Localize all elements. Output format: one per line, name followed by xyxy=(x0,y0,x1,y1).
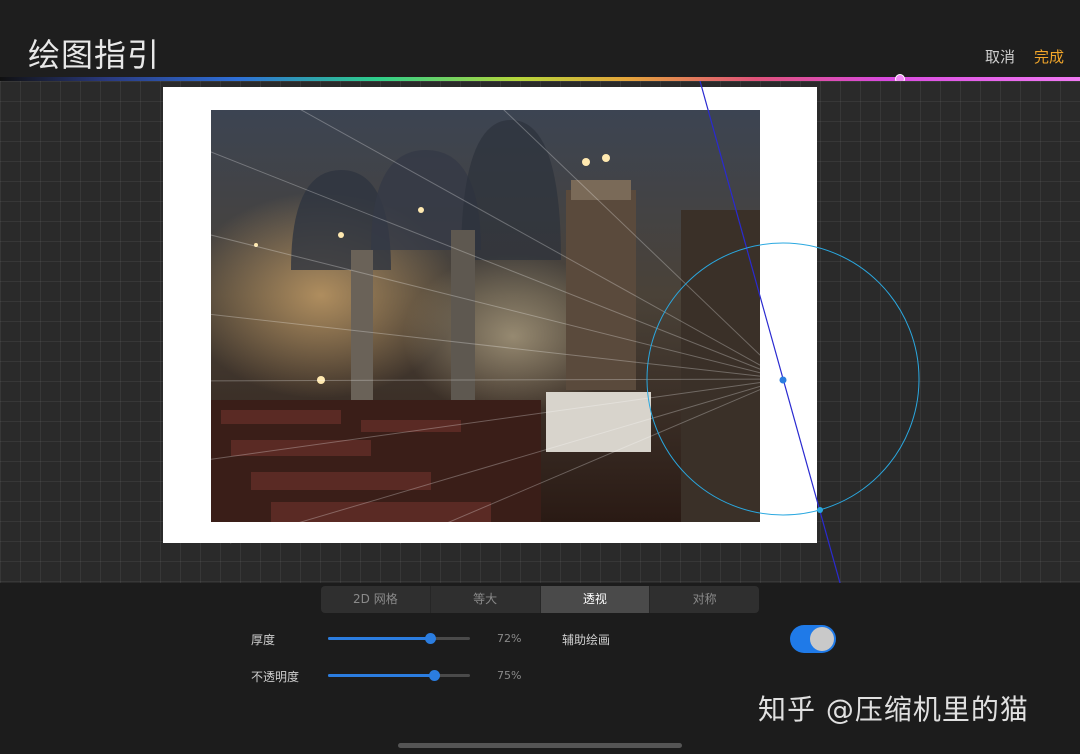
opacity-slider-fill xyxy=(328,674,435,677)
page-title: 绘图指引 xyxy=(28,36,161,74)
header: 绘图指引 取消 完成 xyxy=(0,0,1080,80)
tab-isometric[interactable]: 等大 xyxy=(431,586,541,613)
thickness-label: 厚度 xyxy=(251,633,276,647)
opacity-label: 不透明度 xyxy=(251,670,300,684)
opacity-slider[interactable] xyxy=(328,670,470,681)
rotation-handle xyxy=(817,507,823,513)
canvas-area[interactable] xyxy=(0,81,1080,583)
canvas-paper xyxy=(163,87,817,543)
thickness-slider-thumb[interactable] xyxy=(424,633,436,644)
thickness-value: 72% xyxy=(497,632,522,645)
watermark-text: 知乎 @压缩机里的猫 xyxy=(758,693,1029,726)
guide-type-tabs: 2D 网格 等大 透视 对称 xyxy=(321,586,759,613)
assist-toggle[interactable] xyxy=(790,625,836,653)
opacity-slider-thumb[interactable] xyxy=(429,670,440,681)
thickness-slider[interactable] xyxy=(328,633,470,644)
tab-symmetry[interactable]: 对称 xyxy=(650,586,759,613)
assist-label: 辅助绘画 xyxy=(562,633,611,647)
cancel-button[interactable]: 取消 xyxy=(985,46,1015,67)
opacity-value: 75% xyxy=(497,669,522,682)
settings-panel: 2D 网格 等大 透视 对称 厚度 72% 辅助绘画 不透明度 75% 知乎 @… xyxy=(0,583,1080,754)
photo-icon xyxy=(211,110,760,522)
toggle-knob xyxy=(810,627,834,651)
done-button[interactable]: 完成 xyxy=(1034,46,1064,67)
thickness-slider-fill xyxy=(328,637,431,640)
tab-perspective[interactable]: 透视 xyxy=(540,586,651,613)
home-indicator[interactable] xyxy=(398,743,682,748)
tab-2d-grid[interactable]: 2D 网格 xyxy=(321,586,431,613)
